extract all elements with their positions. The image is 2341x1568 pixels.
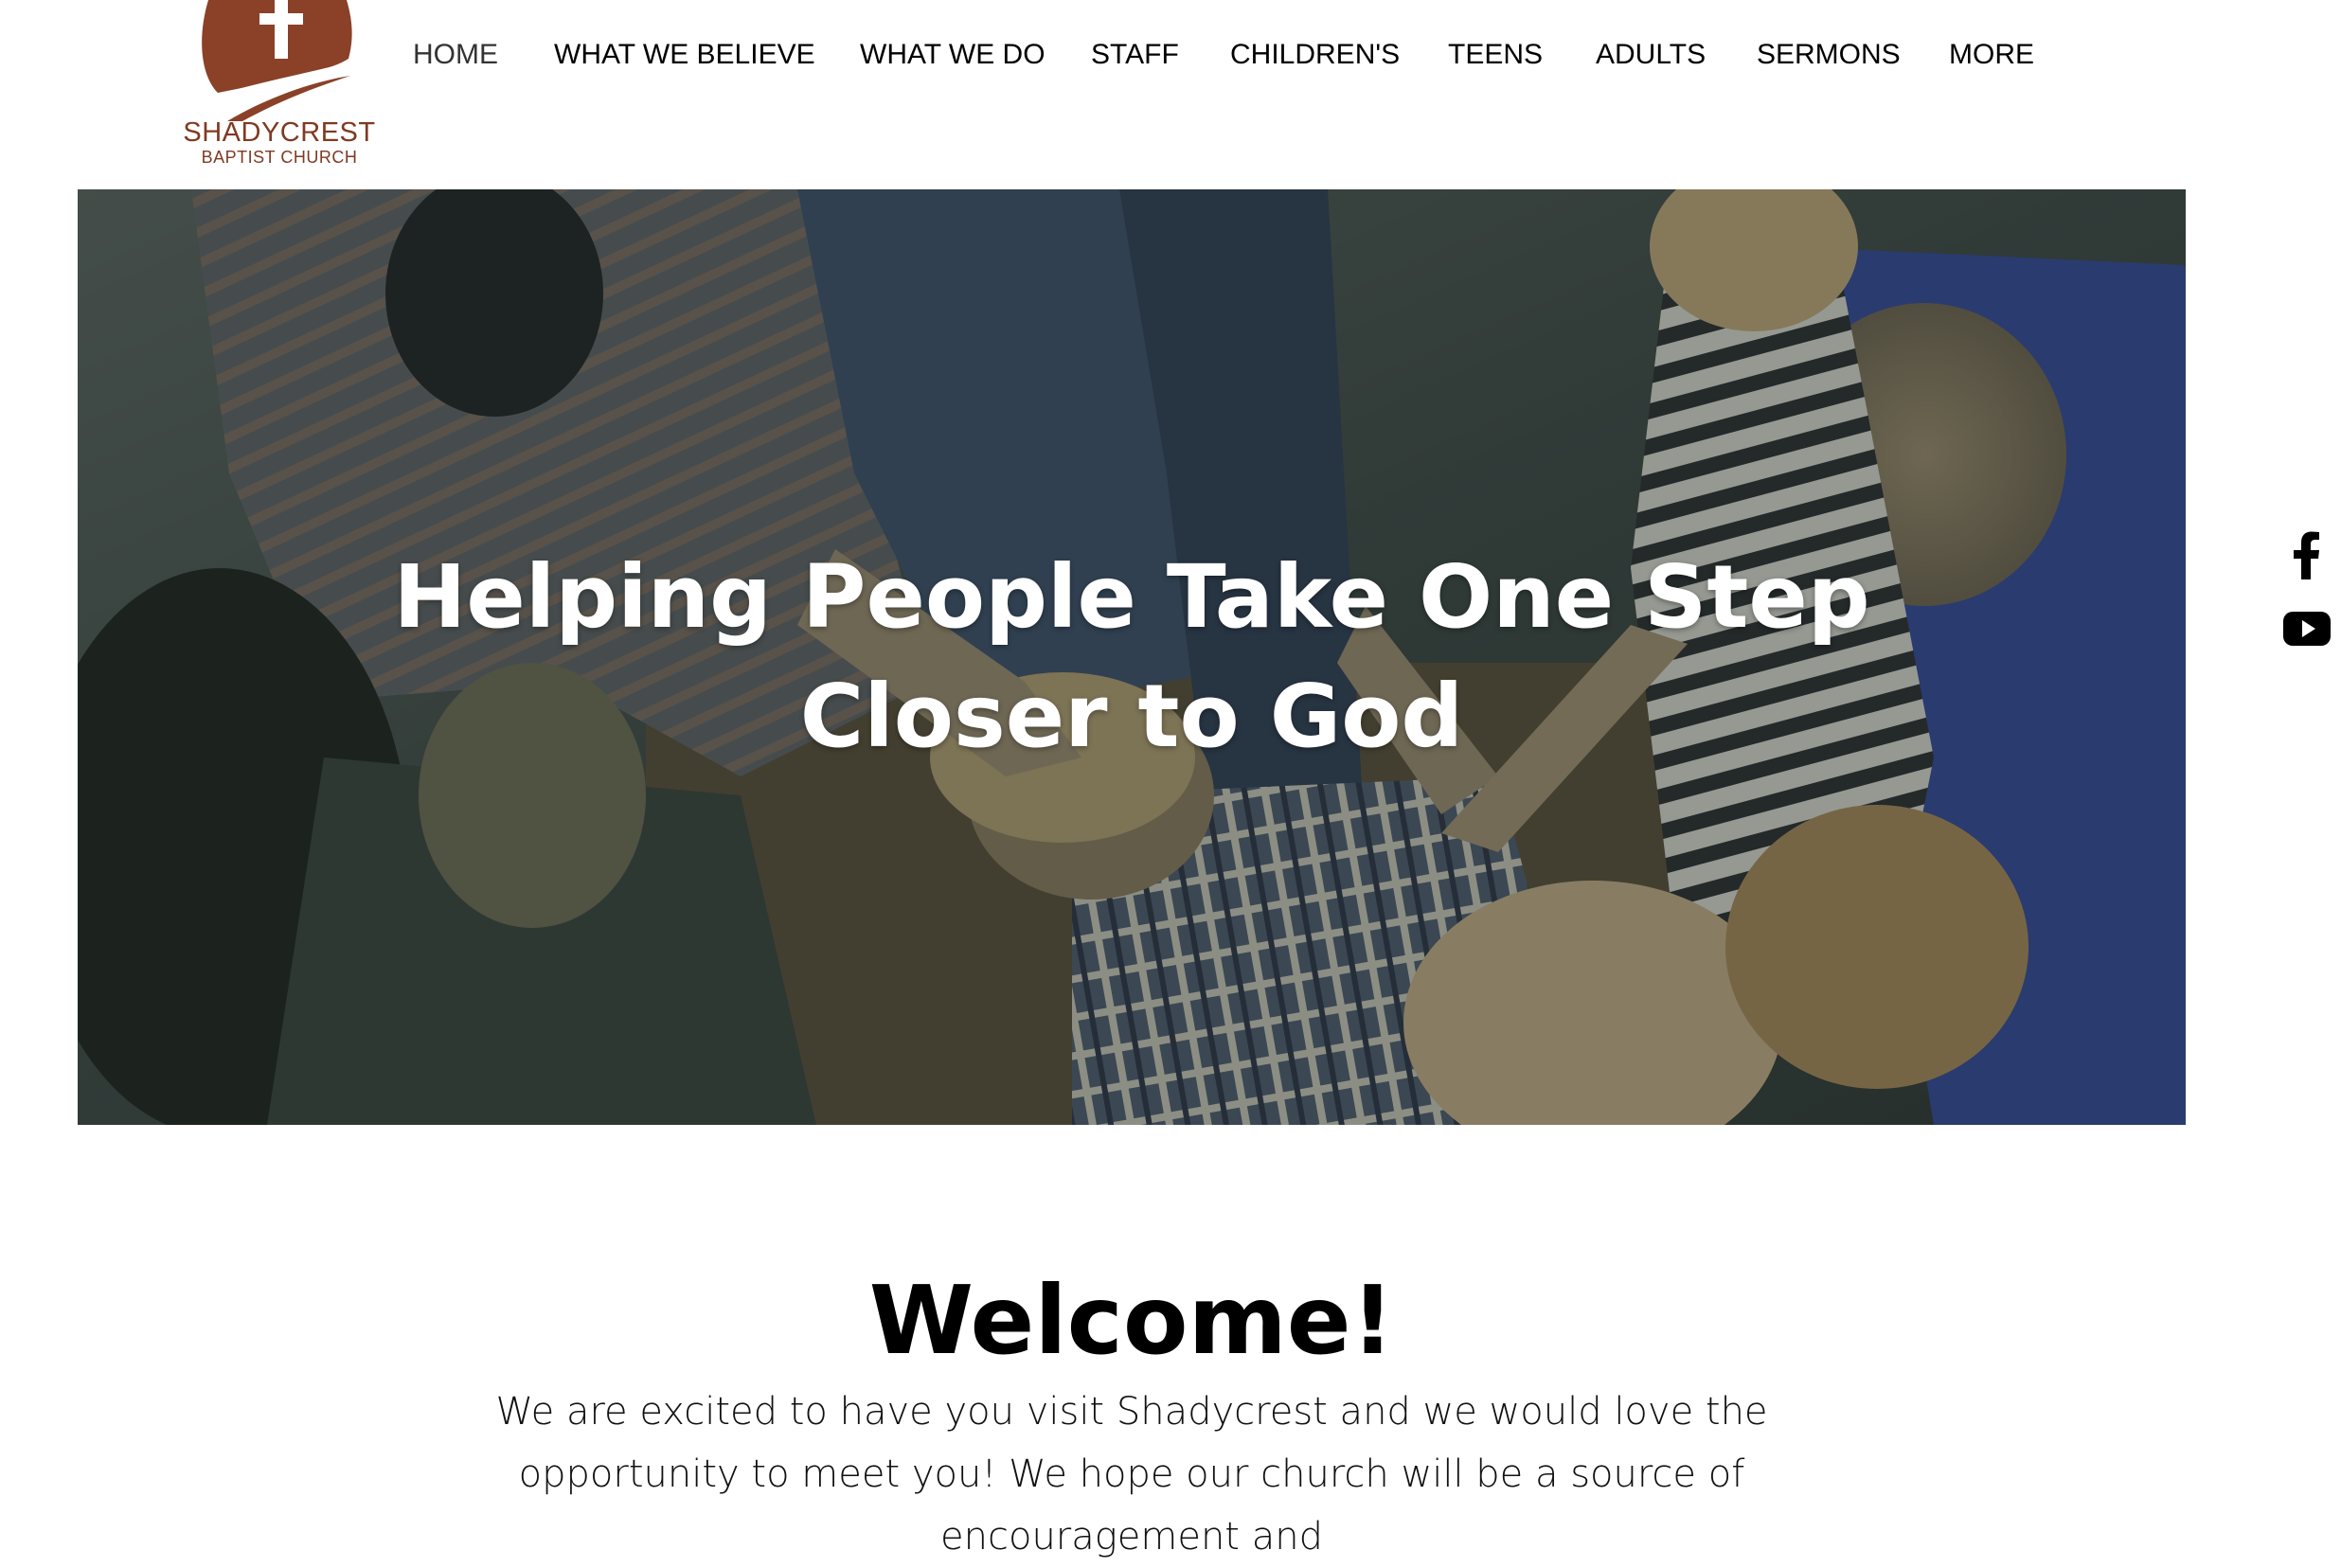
nav-sermons[interactable]: SERMONS <box>1757 34 1901 76</box>
youtube-icon[interactable] <box>2282 604 2332 653</box>
nav-more[interactable]: MORE <box>1949 34 2034 76</box>
nav-what-we-believe[interactable]: WHAT WE BELIEVE <box>554 34 815 76</box>
nav-staff[interactable]: STAFF <box>1091 34 1179 76</box>
facebook-icon[interactable] <box>2282 530 2332 579</box>
church-logo[interactable]: SHADYCREST BAPTIST CHURCH <box>180 0 379 180</box>
nav-childrens[interactable]: CHILDREN'S <box>1230 34 1400 76</box>
welcome-heading: Welcome! <box>868 1265 1395 1376</box>
nav-what-we-do[interactable]: WHAT WE DO <box>860 34 1045 76</box>
hero-heading-line1: Helping People Take One Step <box>393 546 1870 648</box>
social-bar <box>2282 530 2339 678</box>
logo-name: SHADYCREST <box>183 117 376 148</box>
cross-emblem-icon <box>202 0 352 121</box>
hero-heading: Helping People Take One Step Closer to G… <box>78 538 2186 776</box>
hero-heading-line2: Closer to God <box>799 666 1464 767</box>
logo-subtitle: BAPTIST CHURCH <box>201 148 358 167</box>
hero-banner: Helping People Take One Step Closer to G… <box>78 189 2186 1125</box>
nav-home[interactable]: HOME <box>413 34 498 76</box>
nav-teens[interactable]: TEENS <box>1448 34 1543 76</box>
welcome-paragraph: We are excited to have you visit Shadycr… <box>495 1390 1768 1559</box>
nav-adults[interactable]: ADULTS <box>1596 34 1706 76</box>
